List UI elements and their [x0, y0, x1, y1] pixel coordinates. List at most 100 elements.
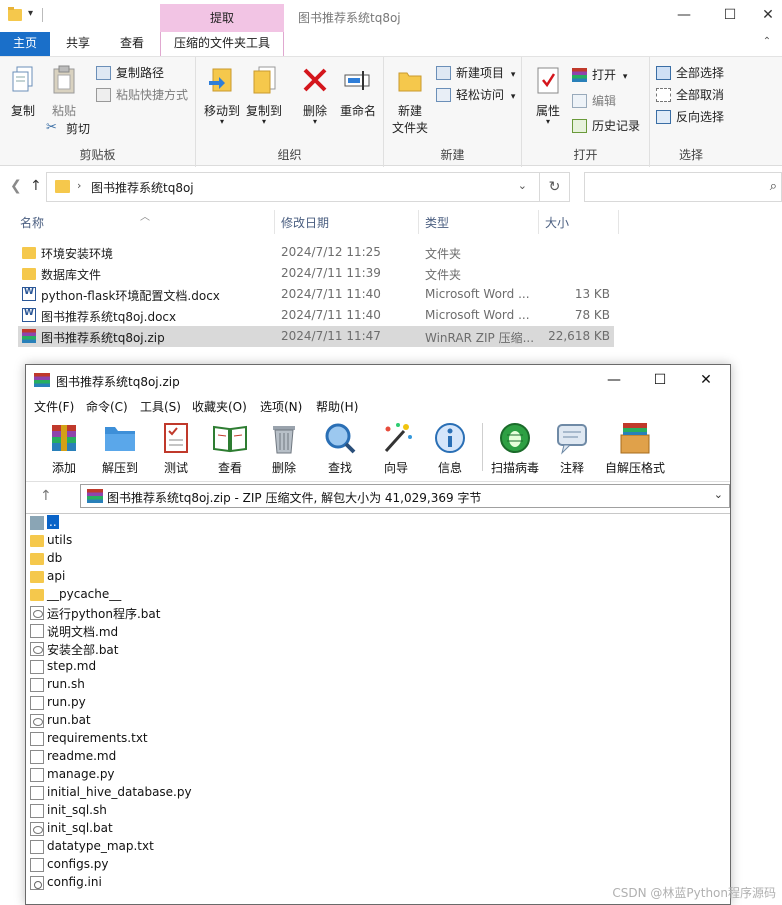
new-item-button[interactable]: 新建项目 ▾	[436, 63, 515, 83]
tab-share[interactable]: 共享	[56, 32, 100, 56]
list-item[interactable]: run.py	[30, 694, 430, 712]
easy-access-label: 轻松访问	[456, 88, 505, 102]
list-item[interactable]: readme.md	[30, 748, 430, 766]
cut-button[interactable]: ✂ 剪切	[46, 119, 90, 139]
list-item[interactable]: datatype_map.txt	[30, 838, 430, 856]
list-item[interactable]: api	[30, 568, 430, 586]
list-item[interactable]: run.sh	[30, 676, 430, 694]
menu-file[interactable]: 文件(F)	[34, 398, 74, 415]
copy-path-button[interactable]: 复制路径	[96, 63, 164, 83]
organize-group: 移动到 ▾ 复制到 ▾ 删除 ▾ 重命名 组织	[196, 57, 384, 167]
delete-button[interactable]: 删除	[256, 421, 312, 476]
copy-to-button[interactable]: 复制到 ▾	[244, 65, 284, 126]
paste-button[interactable]: 粘贴	[46, 65, 82, 119]
easy-access-button[interactable]: 轻松访问 ▾	[436, 85, 515, 105]
menu-help[interactable]: 帮助(H)	[316, 398, 358, 415]
list-item[interactable]: manage.py	[30, 766, 430, 784]
file-date: 2024/7/11 11:40	[281, 287, 381, 301]
close-button[interactable]: ✕	[686, 369, 726, 391]
info-button[interactable]: 信息	[422, 421, 478, 476]
sort-ascending-icon: ︿	[140, 212, 150, 223]
menu-favorites[interactable]: 收藏夹(O)	[192, 398, 247, 415]
file-name: 图书推荐系统tq8oj.zip	[41, 331, 165, 345]
entry-name: manage.py	[47, 767, 115, 781]
divider	[618, 210, 619, 234]
list-item[interactable]: step.md	[30, 658, 430, 676]
menu-commands[interactable]: 命令(C)	[86, 398, 128, 415]
tab-view[interactable]: 查看	[110, 32, 154, 56]
tab-home[interactable]: 主页	[0, 32, 50, 56]
minimize-button[interactable]: —	[664, 4, 704, 28]
comment-button[interactable]: 注释	[544, 421, 600, 476]
scan-virus-button[interactable]: 扫描病毒	[486, 421, 544, 476]
ribbon-tabs: 主页 共享 查看 压缩的文件夹工具 ⌃	[0, 32, 782, 56]
tab-compressed-folder-tools[interactable]: 压缩的文件夹工具	[160, 32, 284, 56]
extract-to-button[interactable]: 解压到	[92, 421, 148, 476]
up-arrow-icon[interactable]: ↑	[40, 488, 52, 504]
column-type[interactable]: 类型	[425, 214, 449, 231]
new-folder-button[interactable]: 新建 文件夹	[388, 65, 432, 136]
history-button[interactable]: 历史记录	[572, 116, 640, 136]
list-item[interactable]: requirements.txt	[30, 730, 430, 748]
list-item[interactable]: utils	[30, 532, 430, 550]
list-item[interactable]: __pycache__	[30, 586, 430, 604]
close-button[interactable]: ✕	[748, 4, 782, 28]
select-none-button[interactable]: 全部取消	[656, 85, 724, 105]
sfx-button[interactable]: 自解压格式	[602, 421, 668, 476]
back-arrow-icon[interactable]: ❮	[10, 178, 22, 194]
paste-shortcut-button[interactable]: 粘贴快捷方式	[96, 85, 188, 105]
file-row[interactable]: 数据库文件 2024/7/11 11:39 文件夹	[18, 263, 614, 284]
list-item[interactable]: db	[30, 550, 430, 568]
properties-button[interactable]: 属性 ▾	[528, 65, 568, 126]
list-item[interactable]: configs.py	[30, 856, 430, 874]
invert-selection-button[interactable]: 反向选择	[656, 107, 724, 127]
select-all-button[interactable]: 全部选择	[656, 63, 724, 83]
menu-options[interactable]: 选项(N)	[260, 398, 302, 415]
file-row[interactable]: python-flask环境配置文档.docx 2024/7/11 11:40 …	[18, 284, 614, 305]
archive-path-dropdown[interactable]: 图书推荐系统tq8oj.zip - ZIP 压缩文件, 解包大小为 41,029…	[80, 484, 730, 508]
file-row[interactable]: 图书推荐系统tq8oj.docx 2024/7/11 11:40 Microso…	[18, 305, 614, 326]
list-item[interactable]: 说明文档.md	[30, 622, 430, 640]
folder-icon	[22, 247, 36, 259]
column-name[interactable]: 名称	[20, 214, 44, 231]
new-folder-label-line2: 文件夹	[391, 121, 428, 135]
address-history-dropdown-icon[interactable]: ⌄	[518, 179, 527, 192]
move-to-button[interactable]: 移动到 ▾	[202, 65, 242, 126]
quick-access-dropdown-icon[interactable]: ▾	[28, 8, 33, 19]
up-arrow-icon[interactable]: ↑	[30, 178, 42, 194]
delete-button[interactable]: 删除 ▾	[296, 65, 334, 126]
paste-shortcut-icon	[96, 88, 111, 102]
minimize-button[interactable]: —	[594, 369, 634, 391]
list-item[interactable]: 安装全部.bat	[30, 640, 430, 658]
menu-tools[interactable]: 工具(S)	[140, 398, 181, 415]
find-button[interactable]: 查找	[312, 421, 368, 476]
file-row[interactable]: 环境安装环境 2024/7/12 11:25 文件夹	[18, 242, 614, 263]
file-row-selected[interactable]: 图书推荐系统tq8oj.zip 2024/7/11 11:47 WinRAR Z…	[18, 326, 614, 347]
maximize-button[interactable]: ☐	[710, 4, 750, 28]
rename-button[interactable]: 重命名	[336, 65, 380, 119]
open-button[interactable]: 打开 ▾	[572, 65, 627, 85]
list-item[interactable]: run.bat	[30, 712, 430, 730]
address-bar[interactable]: › 图书推荐系统tq8oj ⌄ ↻	[46, 172, 570, 202]
list-item[interactable]: config.ini	[30, 874, 430, 892]
refresh-icon[interactable]: ↻	[539, 173, 569, 201]
copy-icon	[12, 66, 33, 92]
add-button[interactable]: 添加	[36, 421, 92, 476]
view-button[interactable]: 查看	[202, 421, 258, 476]
copy-button[interactable]: 复制	[6, 65, 40, 119]
search-box[interactable]: ⌕	[584, 172, 782, 202]
list-item[interactable]: init_sql.bat	[30, 820, 430, 838]
column-date-modified[interactable]: 修改日期	[281, 214, 329, 231]
test-button[interactable]: 测试	[148, 421, 204, 476]
entry-name: step.md	[47, 659, 97, 673]
wizard-button[interactable]: 向导	[368, 421, 424, 476]
list-item[interactable]: ..	[30, 514, 430, 532]
collapse-ribbon-icon[interactable]: ⌃	[760, 36, 774, 50]
list-item[interactable]: init_sql.sh	[30, 802, 430, 820]
edit-button[interactable]: 编辑	[572, 91, 616, 111]
list-item[interactable]: initial_hive_database.py	[30, 784, 430, 802]
list-item[interactable]: 运行python程序.bat	[30, 604, 430, 622]
breadcrumb[interactable]: 图书推荐系统tq8oj	[91, 179, 194, 196]
column-size[interactable]: 大小	[545, 214, 569, 231]
maximize-button[interactable]: ☐	[640, 369, 680, 391]
